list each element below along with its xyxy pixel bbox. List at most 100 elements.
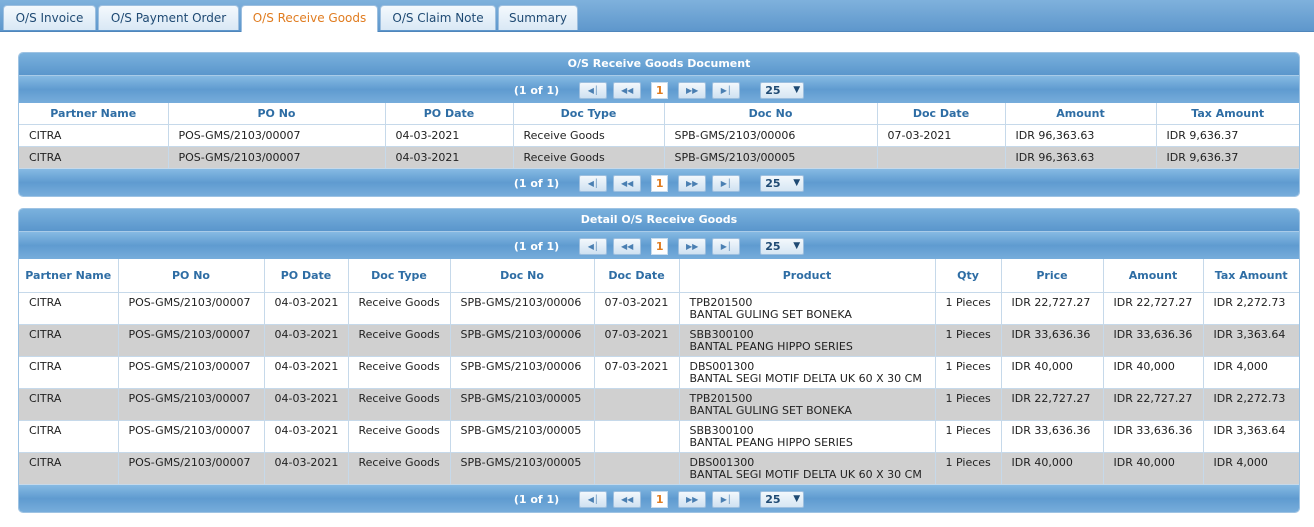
cell-price: IDR 40,000 — [1001, 452, 1104, 485]
col-header-tax-amount[interactable]: Tax Amount — [1156, 103, 1299, 125]
first-page-icon[interactable]: ◀│ — [579, 237, 608, 255]
prev-page-icon[interactable]: ◀◀ — [613, 81, 642, 99]
detail-panel-title: Detail O/S Receive Goods — [19, 209, 1299, 232]
cell-po-date: 04-03-2021 — [264, 356, 349, 389]
tab-summary[interactable]: Summary — [498, 5, 578, 30]
table-row[interactable]: CITRA POS-GMS/2103/00007 04-03-2021 Receive… — [19, 452, 1299, 485]
cell-doc-date: 07-03-2021 — [594, 324, 680, 357]
cell-partner: CITRA — [19, 292, 119, 325]
chevron-down-icon: ▼ — [793, 84, 801, 95]
current-page-button[interactable]: 1 — [651, 174, 669, 192]
cell-price: IDR 40,000 — [1001, 356, 1104, 389]
page-size-select[interactable]: 25 ▼ — [760, 490, 805, 508]
cell-amount: IDR 33,636.36 — [1103, 324, 1204, 357]
pager-info: (1 of 1) — [513, 239, 560, 253]
detail-table: Partner Name PO No PO Date Doc Type Doc … — [19, 259, 1299, 485]
page-size-select[interactable]: 25 ▼ — [760, 237, 805, 255]
table-row[interactable]: CITRA POS-GMS/2103/00007 04-03-2021 Receive… — [19, 292, 1299, 325]
tab-os-invoice[interactable]: O/S Invoice — [3, 5, 96, 30]
col-header-qty[interactable]: Qty — [935, 259, 1002, 293]
cell-po-no: POS-GMS/2103/00007 — [118, 292, 265, 325]
cell-product: DBS001300 BANTAL SEGI MOTIF DELTA UK 60 X… — [679, 452, 936, 485]
table-row[interactable]: CITRA POS-GMS/2103/00007 04-03-2021 Receive… — [19, 420, 1299, 453]
prev-page-icon[interactable]: ◀◀ — [613, 490, 642, 508]
col-header-po-date[interactable]: PO Date — [385, 103, 514, 125]
tab-os-payment-order[interactable]: O/S Payment Order — [98, 5, 239, 30]
next-page-icon[interactable]: ▶▶ — [678, 174, 707, 192]
cell-doc-type: Receive Goods — [348, 388, 451, 421]
detail-table-body: CITRA POS-GMS/2103/00007 04-03-2021 Receive… — [19, 292, 1299, 485]
cell-po-no: POS-GMS/2103/00007 — [118, 420, 265, 453]
first-page-icon[interactable]: ◀│ — [579, 490, 608, 508]
cell-po-no: POS-GMS/2103/00007 — [168, 124, 386, 147]
cell-qty: 1 Pieces — [935, 388, 1002, 421]
col-header-tax-amount[interactable]: Tax Amount — [1203, 259, 1299, 293]
first-page-icon[interactable]: ◀│ — [579, 174, 608, 192]
cell-doc-no: SPB-GMS/2103/00005 — [450, 452, 595, 485]
cell-amount: IDR 22,727.27 — [1103, 292, 1204, 325]
cell-po-date: 04-03-2021 — [264, 452, 349, 485]
next-page-icon[interactable]: ▶▶ — [678, 237, 707, 255]
col-header-doc-type[interactable]: Doc Type — [513, 103, 665, 125]
prev-page-icon[interactable]: ◀◀ — [613, 174, 642, 192]
next-page-icon[interactable]: ▶▶ — [678, 490, 707, 508]
col-header-doc-date[interactable]: Doc Date — [594, 259, 680, 293]
cell-qty: 1 Pieces — [935, 356, 1002, 389]
cell-doc-date — [594, 420, 680, 453]
current-page-button[interactable]: 1 — [651, 237, 669, 255]
table-row[interactable]: CITRA POS-GMS/2103/00007 04-03-2021 Receive… — [19, 388, 1299, 421]
cell-po-date: 04-03-2021 — [385, 146, 514, 169]
last-page-icon[interactable]: ▶│ — [712, 81, 741, 99]
cell-po-date: 04-03-2021 — [264, 388, 349, 421]
col-header-amount[interactable]: Amount — [1005, 103, 1157, 125]
current-page-button[interactable]: 1 — [651, 81, 669, 99]
cell-partner: CITRA — [19, 146, 169, 169]
tab-os-receive-goods[interactable]: O/S Receive Goods — [241, 5, 378, 32]
page-size-select[interactable]: 25 ▼ — [760, 174, 805, 192]
col-header-price[interactable]: Price — [1001, 259, 1104, 293]
table-row[interactable]: CITRA POS-GMS/2103/00007 04-03-2021 Rece… — [19, 146, 1299, 169]
cell-doc-date: 07-03-2021 — [594, 356, 680, 389]
col-header-doc-no[interactable]: Doc No — [664, 103, 878, 125]
col-header-partner-name[interactable]: Partner Name — [19, 259, 119, 293]
last-page-icon[interactable]: ▶│ — [712, 174, 741, 192]
cell-tax-amount: IDR 9,636.37 — [1156, 146, 1299, 169]
current-page-button[interactable]: 1 — [651, 490, 669, 508]
chevron-down-icon: ▼ — [793, 177, 801, 188]
page-size-select[interactable]: 25 ▼ — [760, 81, 805, 99]
col-header-amount[interactable]: Amount — [1103, 259, 1204, 293]
next-page-icon[interactable]: ▶▶ — [678, 81, 707, 99]
cell-partner: CITRA — [19, 124, 169, 147]
col-header-po-no[interactable]: PO No — [118, 259, 265, 293]
col-header-doc-no[interactable]: Doc No — [450, 259, 595, 293]
cell-product: DBS001300 BANTAL SEGI MOTIF DELTA UK 60 X… — [679, 356, 936, 389]
table-row[interactable]: CITRA POS-GMS/2103/00007 04-03-2021 Rece… — [19, 124, 1299, 147]
cell-amount: IDR 33,636.36 — [1103, 420, 1204, 453]
cell-doc-type: Receive Goods — [348, 356, 451, 389]
col-header-po-date[interactable]: PO Date — [264, 259, 349, 293]
product-name: BANTAL GULING SET BONEKA — [689, 308, 852, 321]
cell-qty: 1 Pieces — [935, 420, 1002, 453]
prev-page-icon[interactable]: ◀◀ — [613, 237, 642, 255]
cell-doc-type: Receive Goods — [348, 452, 451, 485]
last-page-icon[interactable]: ▶│ — [712, 237, 741, 255]
col-header-po-no[interactable]: PO No — [168, 103, 386, 125]
col-header-product[interactable]: Product — [679, 259, 936, 293]
tab-os-claim-note[interactable]: O/S Claim Note — [380, 5, 496, 30]
col-header-partner-name[interactable]: Partner Name — [19, 103, 169, 125]
product-name: BANTAL SEGI MOTIF DELTA UK 60 X 30 CM — [689, 372, 922, 385]
pager-info: (1 of 1) — [513, 176, 560, 190]
cell-price: IDR 33,636.36 — [1001, 324, 1104, 357]
first-page-icon[interactable]: ◀│ — [579, 81, 608, 99]
cell-po-no: POS-GMS/2103/00007 — [118, 388, 265, 421]
table-row[interactable]: CITRA POS-GMS/2103/00007 04-03-2021 Receive… — [19, 324, 1299, 357]
col-header-doc-date[interactable]: Doc Date — [877, 103, 1006, 125]
cell-product: SBB300100 BANTAL PEANG HIPPO SERIES — [679, 420, 936, 453]
cell-tax-amount: IDR 4,000 — [1203, 356, 1299, 389]
col-header-doc-type[interactable]: Doc Type — [348, 259, 451, 293]
table-row[interactable]: CITRA POS-GMS/2103/00007 04-03-2021 Receive… — [19, 356, 1299, 389]
cell-product: SBB300100 BANTAL PEANG HIPPO SERIES — [679, 324, 936, 357]
last-page-icon[interactable]: ▶│ — [712, 490, 741, 508]
cell-doc-date — [594, 388, 680, 421]
detail-bottom-pager: (1 of 1) ◀│ ◀◀ 1 ▶▶ ▶│ 25 ▼ — [19, 485, 1299, 512]
